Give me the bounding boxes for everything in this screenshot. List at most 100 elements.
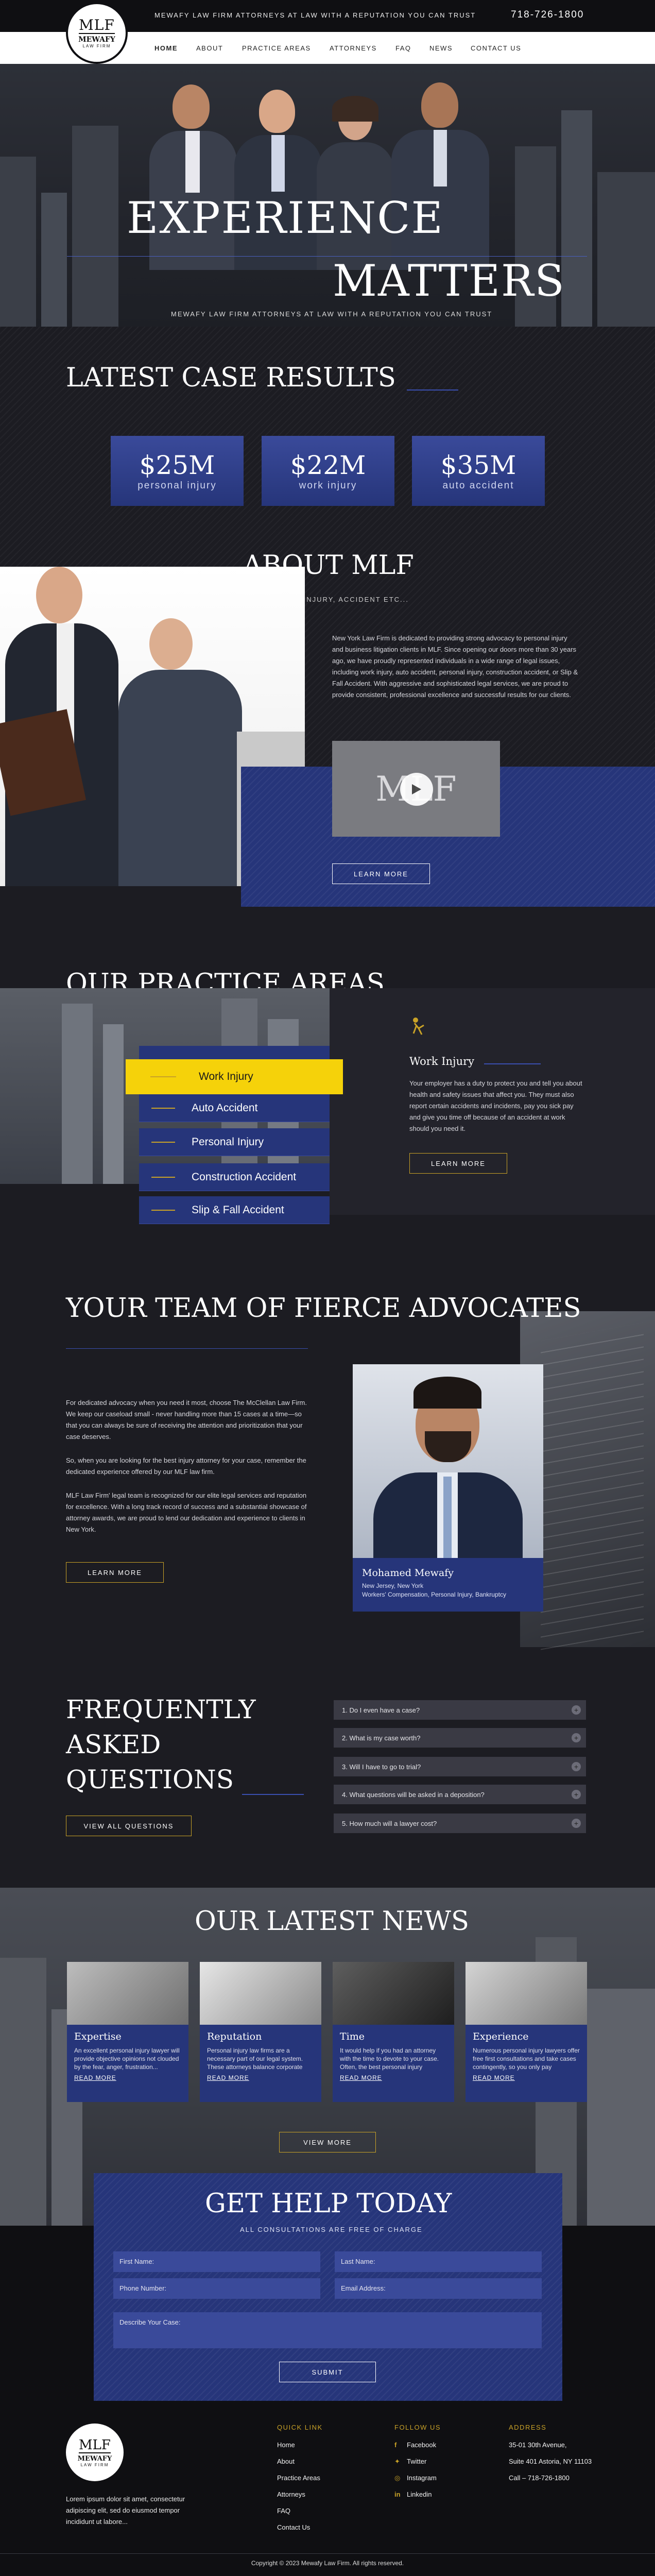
- read-more-link[interactable]: READ MORE: [473, 2074, 515, 2081]
- hero-line-2: MATTERS: [333, 256, 565, 306]
- social-label: Facebook: [407, 2441, 437, 2449]
- team-text-1: For dedicated advocacy when you need it …: [66, 1399, 307, 1440]
- practice-item[interactable]: Auto Accident: [139, 1094, 330, 1122]
- nav-practice-areas[interactable]: PRACTICE AREAS: [242, 44, 311, 52]
- email-field[interactable]: Email Address:: [335, 2278, 542, 2299]
- footer-link[interactable]: About: [277, 2453, 320, 2470]
- faq-item[interactable]: 3. Will I have to go to trial? +: [334, 1757, 586, 1776]
- address-line: 35-01 30th Avenue,: [509, 2441, 567, 2449]
- social-instagram[interactable]: ◎ Instagram: [394, 2470, 437, 2486]
- footer-address-title: ADDRESS: [509, 2424, 547, 2431]
- result-card-1: $25M personal injury: [111, 436, 244, 506]
- play-icon[interactable]: [400, 773, 433, 806]
- nav-contact-us[interactable]: CONTACT US: [471, 44, 521, 52]
- plus-icon: +: [572, 1819, 581, 1828]
- news-image: [67, 1962, 188, 2025]
- address-line: Suite 401 Astoria, NY 11103: [509, 2458, 592, 2465]
- plus-icon: +: [572, 1762, 581, 1771]
- practice-item-label: Work Injury: [199, 1071, 253, 1082]
- result-card-3: $35M auto accident: [412, 436, 545, 506]
- practice-item[interactable]: Personal Injury: [139, 1128, 330, 1156]
- about-learn-more-button[interactable]: LEARN MORE: [332, 863, 430, 884]
- team-text-3: MLF Law Firm' legal team is recognized f…: [66, 1492, 307, 1533]
- footer-follow-title: FOLLOW US: [394, 2424, 441, 2431]
- nav-about[interactable]: ABOUT: [196, 44, 223, 52]
- submit-button[interactable]: SUBMIT: [279, 2362, 376, 2382]
- header-phone[interactable]: 718-726-1800: [511, 9, 584, 21]
- news-card[interactable]: Expertise An excellent personal injury l…: [67, 1962, 188, 2163]
- faq-item[interactable]: 2. What is my case worth? +: [334, 1728, 586, 1748]
- faq-title-line: QUESTIONS: [66, 1765, 234, 1794]
- footer-divider: [0, 2553, 655, 2554]
- footer-quick-title: QUICK LINK: [277, 2424, 323, 2431]
- result-amount: $35M: [440, 450, 516, 480]
- footer-address: 35-01 30th Avenue, Suite 401 Astoria, NY…: [509, 2437, 592, 2486]
- about-video[interactable]: MLF: [332, 741, 500, 837]
- faq-title-line: ASKED: [66, 1730, 161, 1759]
- result-label: work injury: [299, 480, 357, 491]
- about-text: New York Law Firm is dedicated to provid…: [332, 634, 578, 699]
- hero-section: EXPERIENCE MATTERS MEWAFY LAW FIRM ATTOR…: [0, 64, 655, 327]
- faq-question: 5. How much will a lawyer cost?: [342, 1819, 437, 1827]
- result-amount: $22M: [290, 450, 366, 480]
- nav-faq[interactable]: FAQ: [395, 44, 411, 52]
- logo[interactable]: MLF MEWAFY LAW FIRM: [66, 2, 128, 64]
- nav-home[interactable]: HOME: [154, 44, 178, 52]
- faq-view-all-button[interactable]: VIEW ALL QUESTIONS: [66, 1816, 192, 1836]
- first-name-field[interactable]: First Name:: [113, 2251, 320, 2272]
- faq-item[interactable]: 4. What questions will be asked in a dep…: [334, 1785, 586, 1804]
- read-more-link[interactable]: READ MORE: [207, 2074, 249, 2081]
- news-view-more-button[interactable]: VIEW MORE: [279, 2132, 376, 2153]
- footer-link[interactable]: Attorneys: [277, 2486, 320, 2503]
- last-name-field[interactable]: Last Name:: [335, 2251, 542, 2272]
- news-image: [466, 1962, 587, 2025]
- attorney-photo: [353, 1364, 543, 1558]
- news-card[interactable]: Experience Numerous personal injury lawy…: [466, 1962, 587, 2163]
- team-rule: [66, 1348, 308, 1349]
- news-title: OUR LATEST NEWS: [195, 1906, 469, 1937]
- footer-link[interactable]: Practice Areas: [277, 2470, 320, 2486]
- news-image: [200, 1962, 321, 2025]
- practice-learn-more-button[interactable]: LEARN MORE: [409, 1153, 507, 1174]
- social-twitter[interactable]: ✦ Twitter: [394, 2453, 437, 2470]
- nav-attorneys[interactable]: ATTORNEYS: [330, 44, 377, 52]
- describe-case-field[interactable]: Describe Your Case:: [113, 2312, 542, 2348]
- footer-link[interactable]: FAQ: [277, 2503, 320, 2519]
- faq-question: 2. What is my case worth?: [342, 1734, 421, 1742]
- phone-field[interactable]: Phone Number:: [113, 2278, 320, 2299]
- faq-item[interactable]: 5. How much will a lawyer cost? +: [334, 1814, 586, 1833]
- twitter-icon: ✦: [394, 2458, 400, 2465]
- faq-question: 3. Will I have to go to trial?: [342, 1762, 421, 1771]
- footer-link[interactable]: Contact Us: [277, 2519, 320, 2536]
- logo-sub: LAW FIRM: [82, 44, 111, 48]
- practice-item-active[interactable]: Work Injury: [126, 1059, 343, 1094]
- social-facebook[interactable]: f Facebook: [394, 2437, 437, 2453]
- faq-title: FREQUENTLY ASKED QUESTIONS: [66, 1692, 256, 1797]
- practice-item-label: Personal Injury: [192, 1136, 264, 1148]
- practice-item-label: Auto Accident: [192, 1101, 258, 1114]
- read-more-link[interactable]: READ MORE: [74, 2074, 116, 2081]
- social-linkedin[interactable]: in Linkedin: [394, 2486, 437, 2503]
- practice-item[interactable]: Construction Accident: [139, 1163, 330, 1191]
- contact-title: GET HELP TODAY: [205, 2189, 452, 2219]
- address-phone[interactable]: Call – 718-726-1800: [509, 2470, 592, 2486]
- plus-icon: +: [572, 1705, 581, 1715]
- nav-news[interactable]: NEWS: [429, 44, 453, 52]
- logo-name: MEWAFY: [77, 2454, 112, 2463]
- read-more-link[interactable]: READ MORE: [340, 2074, 382, 2081]
- faq-rule: [242, 1794, 304, 1795]
- contact-sub: ALL CONSULTATIONS ARE FREE OF CHARGE: [240, 2226, 423, 2233]
- faq-item[interactable]: 1. Do I even have a case? +: [334, 1700, 586, 1720]
- news-card-text: Numerous personal injury lawyers offer f…: [473, 2047, 580, 2071]
- practice-item[interactable]: Slip & Fall Accident: [139, 1196, 330, 1224]
- team-learn-more-button[interactable]: LEARN MORE: [66, 1562, 164, 1583]
- social-label: Twitter: [407, 2458, 427, 2465]
- practice-detail-text: Your employer has a duty to protect you …: [409, 1079, 582, 1132]
- news-image: [333, 1962, 454, 2025]
- footer-social: f Facebook ✦ Twitter ◎ Instagram in Linkedin: [394, 2437, 437, 2503]
- attorney-card[interactable]: Mohamed Mewafy New Jersey, New York Work…: [353, 1558, 543, 1612]
- footer-link[interactable]: Home: [277, 2437, 320, 2453]
- footer-logo[interactable]: MLF MEWAFY LAW FIRM: [66, 2424, 124, 2481]
- team-title: YOUR TEAM OF FIERCE ADVOCATES: [66, 1293, 581, 1324]
- team-text-2: So, when you are looking for the best in…: [66, 1456, 306, 1476]
